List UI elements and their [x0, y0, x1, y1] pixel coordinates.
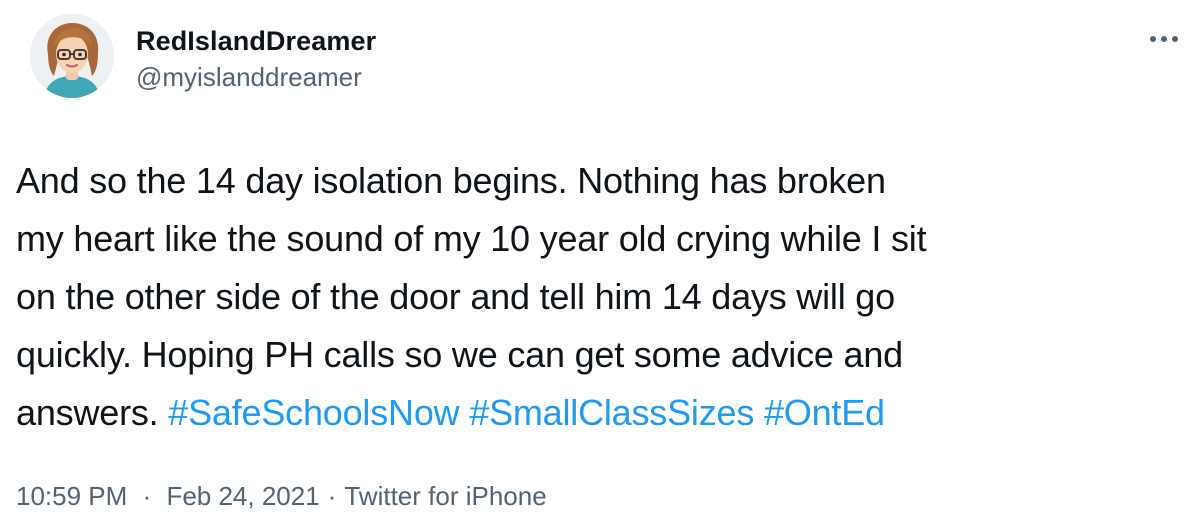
tweet-text-line: on the other side of the door and tell h… [16, 276, 895, 317]
tweet-text-line: And so the 14 day isolation begins. Noth… [16, 160, 886, 201]
meta-separator: · [327, 481, 337, 511]
tweet-timestamp-link[interactable]: 10:59 PM · Feb 24, 2021 [16, 481, 320, 511]
meta-separator: · [142, 481, 152, 511]
tweet-meta: 10:59 PM · Feb 24, 2021 · Twitter for iPho… [16, 478, 547, 514]
tweet-text-line: answers. #SafeSchoolsNow #SmallClassSize… [16, 384, 1188, 442]
tweet-time: 10:59 PM [16, 481, 128, 511]
hashtag-link[interactable]: #SafeSchoolsNow [168, 392, 459, 433]
tweet-header: RedIslandDreamer @myislanddreamer [136, 24, 376, 94]
hashtag-link[interactable]: #OntEd [764, 392, 885, 433]
tweet-card: RedIslandDreamer @myislanddreamer And so… [0, 0, 1200, 517]
author-handle[interactable]: @myislanddreamer [136, 60, 376, 94]
avatar[interactable] [30, 14, 114, 98]
tweet-text-line: my heart like the sound of my 10 year ol… [16, 218, 927, 259]
tweet-date: Feb 24, 2021 [166, 481, 320, 511]
tweet-source-link[interactable]: Twitter for iPhone [344, 481, 546, 511]
memoji-avatar-icon [30, 14, 114, 98]
more-horizontal-icon [1150, 36, 1178, 42]
tweet-text-segment: answers. [16, 392, 159, 433]
more-options-button[interactable] [1142, 24, 1186, 54]
tweet-text: And so the 14 day isolation begins. Noth… [16, 152, 1188, 442]
hashtag-link[interactable]: #SmallClassSizes [469, 392, 754, 433]
tweet-text-line: quickly. Hoping PH calls so we can get s… [16, 334, 903, 375]
author-display-name[interactable]: RedIslandDreamer [136, 24, 376, 58]
